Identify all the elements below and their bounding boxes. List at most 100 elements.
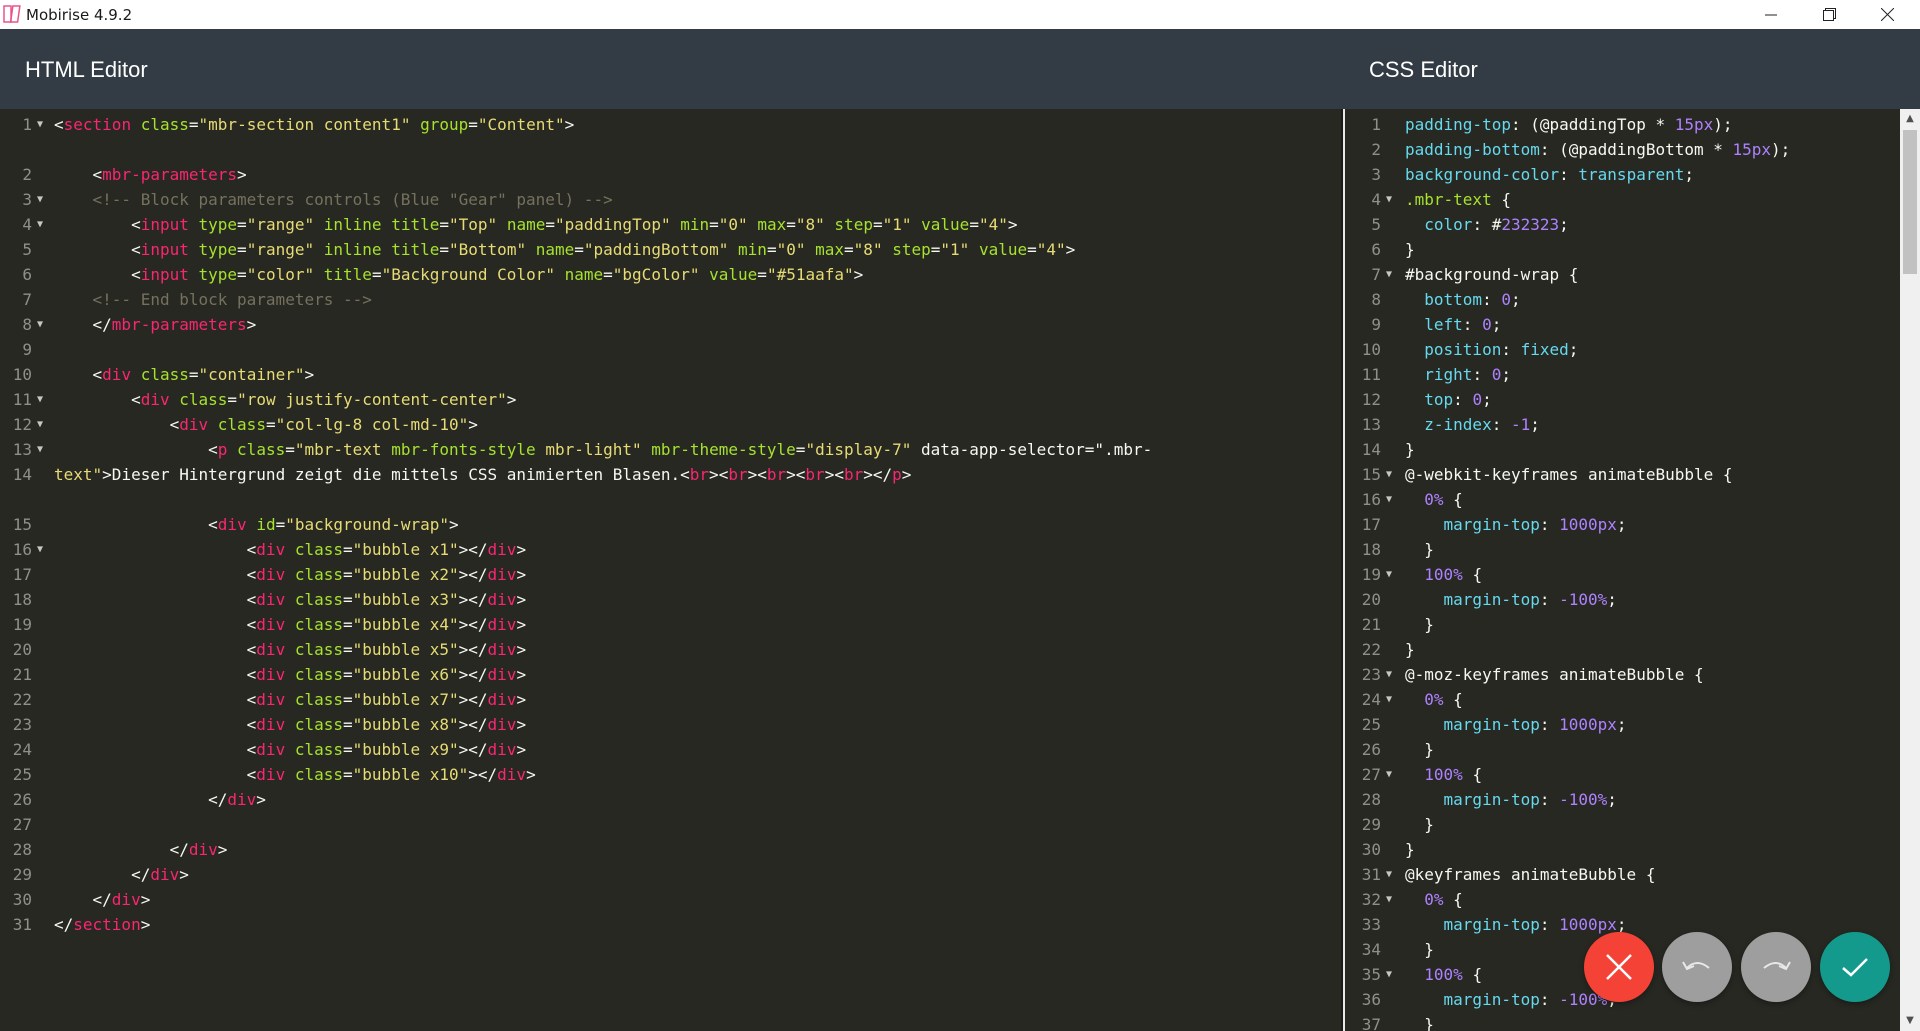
code-line: } [1405,615,1434,634]
code-line: </mbr-parameters> [92,315,257,334]
code-line: </div> [92,890,151,909]
fold-arrow-icon[interactable]: ▼ [37,437,43,462]
scroll-up-icon[interactable]: ▲ [1900,109,1920,127]
redo-button[interactable] [1741,932,1811,1002]
fold-arrow-icon[interactable]: ▼ [1386,887,1392,912]
line-number: 10 [1361,340,1381,359]
code-line: @-webkit-keyframes animateBubble { [1405,465,1733,484]
fold-arrow-icon[interactable]: ▼ [1386,187,1392,212]
fold-arrow-icon[interactable]: ▼ [37,212,43,237]
line-number: 24 [1361,690,1381,709]
code-line: <div class="bubble x6"></div> [246,665,527,684]
line-number: 17 [12,565,32,584]
line-number: 4 [1371,190,1381,209]
code-line: <div class="col-lg-8 col-md-10"> [169,415,478,434]
code-line: <mbr-parameters> [92,165,247,184]
line-number: 26 [12,790,32,809]
line-number: 29 [1361,815,1381,834]
code-line: margin-top: 1000px; [1443,715,1627,734]
fold-arrow-icon[interactable]: ▼ [37,112,43,137]
code-line: @keyframes animateBubble { [1405,865,1656,884]
line-number: 31 [12,915,32,934]
fold-arrow-icon[interactable]: ▼ [37,187,43,212]
fold-arrow-icon[interactable]: ▼ [1386,462,1392,487]
code-line: <div class="bubble x8"></div> [246,715,527,734]
line-number: 1 [22,115,32,134]
line-number: 12 [1361,390,1381,409]
code-line: position: fixed; [1424,340,1579,359]
code-line: </section> [54,915,151,934]
code-line: right: 0; [1424,365,1511,384]
line-number: 35 [1361,965,1381,984]
fold-arrow-icon[interactable]: ▼ [37,537,43,562]
line-number: 34 [1361,940,1381,959]
minimize-icon [1765,14,1777,15]
fold-arrow-icon[interactable]: ▼ [37,387,43,412]
line-number: 10 [12,365,32,384]
code-line: background-color: transparent; [1405,165,1694,184]
code-line: <div class="bubble x9"></div> [246,740,527,759]
cancel-button[interactable] [1584,932,1654,1002]
code-line: <section class="mbr-section content1" gr… [54,115,575,134]
line-number: 13 [12,440,32,459]
line-number: 4 [22,215,32,234]
line-number: 8 [1371,290,1381,309]
line-number: 16 [1361,490,1381,509]
code-line: 100% { [1424,765,1483,784]
fold-arrow-icon[interactable]: ▼ [37,312,43,337]
line-number: 8 [22,315,32,334]
fold-arrow-icon[interactable]: ▼ [1386,487,1392,512]
line-number: 27 [12,815,32,834]
scroll-down-icon[interactable]: ▼ [1900,1011,1920,1029]
fold-arrow-icon[interactable]: ▼ [1386,562,1392,587]
html-editor-header: HTML Editor [0,29,1343,109]
code-line: 0% { [1424,690,1463,709]
line-number: 9 [22,340,32,359]
fold-arrow-icon[interactable]: ▼ [37,412,43,437]
undo-button[interactable] [1662,932,1732,1002]
line-number: 6 [22,265,32,284]
line-number: 7 [22,290,32,309]
apply-button[interactable] [1820,932,1890,1002]
line-number: 20 [12,640,32,659]
code-line: margin-top: 1000px; [1443,915,1627,934]
code-line: } [1405,440,1415,459]
code-line: top: 0; [1424,390,1492,409]
fold-arrow-icon[interactable]: ▼ [1386,962,1392,987]
line-number: 22 [1361,640,1381,659]
fold-arrow-icon[interactable]: ▼ [1386,662,1392,687]
line-number: 15 [12,515,32,534]
code-line: } [1405,840,1415,859]
css-code-editor[interactable]: 1 padding-top: (@paddingTop * 15px); 2 padd… [1345,109,1900,1031]
line-number: 19 [12,615,32,634]
code-line: <input type="range" inline title="Bottom… [131,240,1076,259]
fold-arrow-icon[interactable]: ▼ [1386,687,1392,712]
code-line: margin-top: -100%; [1443,590,1617,609]
minimize-button[interactable] [1742,0,1800,29]
fold-arrow-icon[interactable]: ▼ [1386,862,1392,887]
code-line: z-index: -1; [1424,415,1540,434]
restore-button[interactable] [1800,0,1858,29]
line-number: 16 [12,540,32,559]
close-window-button[interactable] [1858,0,1916,29]
line-number: 36 [1361,990,1381,1009]
scrollbar-thumb[interactable] [1903,130,1917,274]
window-title: Mobirise 4.9.2 [26,6,133,24]
fold-arrow-icon[interactable]: ▼ [1386,262,1392,287]
code-line: <div class="bubble x4"></div> [246,615,527,634]
fold-arrow-icon[interactable]: ▼ [1386,762,1392,787]
line-number: 30 [12,890,32,909]
line-number: 11 [12,390,32,409]
css-editor-title: CSS Editor [1369,57,1478,82]
line-number: 25 [12,765,32,784]
code-line: } [1405,815,1434,834]
html-code-editor[interactable]: 1 ▼ <section class="mbr-section content1" … [0,109,1341,1031]
code-line: <div class="bubble x2"></div> [246,565,527,584]
code-line: 100% { [1424,565,1483,584]
line-number: 21 [1361,615,1381,634]
line-number: 11 [1361,365,1381,384]
code-line: <div class="bubble x5"></div> [246,640,527,659]
line-number: 27 [1361,765,1381,784]
code-line: </div> [131,865,189,884]
code-line: </div> [169,840,228,859]
